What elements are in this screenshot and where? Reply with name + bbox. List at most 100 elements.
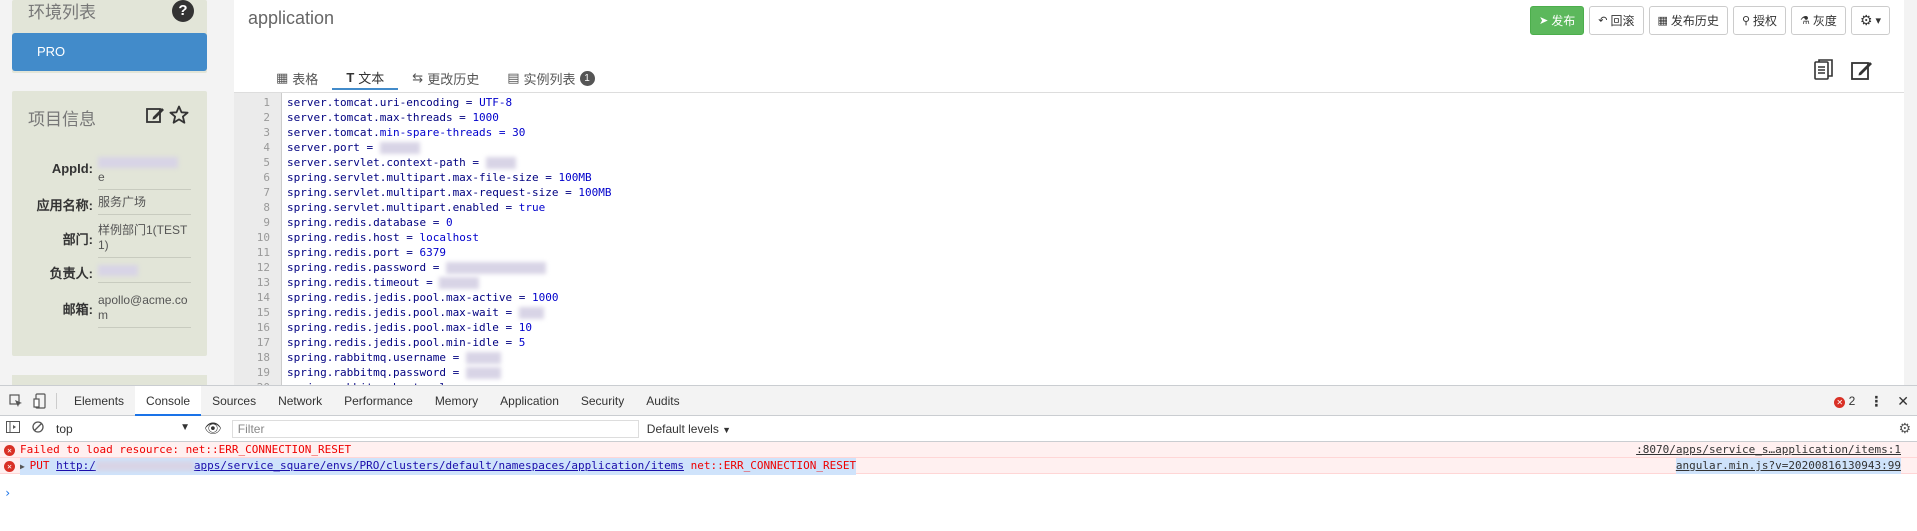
info-label: 应用名称:: [36, 198, 93, 213]
request-url-link[interactable]: http:/apps/service_square/envs/PRO/clust…: [56, 459, 684, 472]
config-key: server.tomcat.uri-encoding =: [287, 96, 480, 109]
devtools-tab-security[interactable]: Security: [570, 386, 635, 416]
config-value: 100MB: [578, 186, 612, 199]
swap-icon: ⇆: [412, 70, 424, 85]
filter-input[interactable]: Filter: [231, 419, 639, 438]
tab-table[interactable]: ▦ 表格: [262, 66, 332, 90]
editor-line[interactable]: 12 spring.redis.password =: [234, 260, 1904, 275]
editor-line[interactable]: 2 server.tomcat.max-threads = 1000: [234, 110, 1904, 125]
env-panel-title: 环境列表: [28, 3, 96, 22]
line-number: 8: [263, 201, 270, 214]
editor-line[interactable]: 8 spring.servlet.multipart.enabled = true: [234, 200, 1904, 215]
editor-line[interactable]: 11 spring.redis.port = 6379: [234, 245, 1904, 260]
star-icon[interactable]: [169, 105, 189, 125]
copy-icon[interactable]: [1812, 58, 1836, 82]
info-value-department: 样例部门1(TEST1): [98, 223, 191, 258]
error-counter[interactable]: ✕ 2: [1834, 394, 1855, 408]
line-number: 9: [263, 216, 270, 229]
help-icon[interactable]: ?: [172, 0, 194, 22]
editor-line[interactable]: 15 spring.redis.jedis.pool.max-wait =: [234, 305, 1904, 320]
info-label: AppId:: [51, 161, 93, 176]
editor-line[interactable]: 17 spring.redis.jedis.pool.min-idle = 5: [234, 335, 1904, 350]
device-toolbar-icon[interactable]: [32, 392, 48, 409]
grant-button[interactable]: ⚲ 授权: [1732, 6, 1787, 35]
env-item-pro[interactable]: PRO: [12, 33, 207, 71]
editor-line[interactable]: 3 server.tomcat.min-spare-threads = 30: [234, 125, 1904, 140]
config-key: spring.redis.timeout =: [287, 276, 440, 289]
line-code: spring.redis.jedis.pool.max-wait =: [287, 305, 544, 320]
line-code: server.servlet.context-path =: [287, 155, 516, 170]
config-value: 10: [518, 321, 533, 334]
edit-icon[interactable]: [1850, 58, 1874, 82]
devtools-tab-application[interactable]: Application: [489, 386, 570, 416]
sidebar-toggle-icon[interactable]: [6, 421, 20, 436]
devtools-tab-audits[interactable]: Audits: [635, 386, 690, 416]
expand-triangle-icon[interactable]: ▶: [20, 462, 30, 471]
gray-release-button[interactable]: ⚗ 灰度: [1791, 6, 1846, 35]
eye-icon[interactable]: 👁: [204, 420, 222, 437]
context-select[interactable]: top ▼: [52, 422, 190, 436]
editor-line[interactable]: 9 spring.redis.database = 0: [234, 215, 1904, 230]
redacted-block: [465, 352, 501, 364]
editor-line[interactable]: 5 server.servlet.context-path =: [234, 155, 1904, 170]
edit-icon[interactable]: [145, 105, 165, 125]
message-source-link[interactable]: :8070/apps/service_s…application/items:1: [1636, 442, 1901, 458]
tab-text[interactable]: T 文本: [332, 66, 399, 90]
editor-line[interactable]: 16 spring.redis.jedis.pool.max-idle = 10: [234, 320, 1904, 335]
editor-line[interactable]: 10 spring.redis.host = localhost: [234, 230, 1904, 245]
gear-icon[interactable]: ⚙: [1898, 420, 1911, 437]
editor-line[interactable]: 13 spring.redis.timeout =: [234, 275, 1904, 290]
config-value: 1000: [472, 111, 499, 124]
clear-console-icon[interactable]: [32, 421, 44, 436]
devtools-tab-network[interactable]: Network: [267, 386, 333, 416]
close-icon[interactable]: ✕: [1897, 393, 1909, 410]
line-number: 6: [263, 171, 270, 184]
line-code: server.port =: [287, 140, 420, 155]
more-options-icon[interactable]: ⋮: [1869, 393, 1883, 410]
log-levels-dropdown[interactable]: Default levels ▼: [647, 422, 731, 436]
text-editor[interactable]: 1 server.tomcat.uri-encoding = UTF-8 2 serv…: [234, 92, 1904, 385]
devtools-tab-sources[interactable]: Sources: [201, 386, 267, 416]
info-label: 负责人:: [49, 266, 93, 281]
config-key: spring.redis.jedis.pool.max-active =: [287, 291, 533, 304]
line-code: spring.servlet.multipart.max-request-siz…: [287, 185, 612, 200]
error-icon: ✕: [4, 445, 15, 456]
editor-line[interactable]: 1 server.tomcat.uri-encoding = UTF-8: [234, 95, 1904, 110]
rollback-button[interactable]: ↶ 回滚: [1589, 6, 1644, 35]
config-key: spring.servlet.multipart.max-request-siz…: [287, 186, 579, 199]
editor-line[interactable]: 19 spring.rabbitmq.password =: [234, 365, 1904, 380]
publish-button[interactable]: ➤ 发布: [1530, 6, 1585, 35]
project-info-panel: 项目信息 AppId: e 应用名称: 服务广场 部门: 样例部门1(TEST1…: [12, 91, 207, 356]
editor-line[interactable]: 14 spring.redis.jedis.pool.max-active = 1…: [234, 290, 1904, 305]
devtools-tab-performance[interactable]: Performance: [333, 386, 424, 416]
redacted-block: [439, 277, 480, 289]
editor-line[interactable]: 6 spring.servlet.multipart.max-file-size …: [234, 170, 1904, 185]
tab-instances[interactable]: ▤ 实例列表 1: [493, 66, 608, 90]
line-code: spring.redis.jedis.pool.max-idle = 10: [287, 320, 532, 335]
devtools-tab-console[interactable]: Console: [135, 385, 202, 416]
line-number: 19: [256, 366, 270, 379]
editor-line[interactable]: 18 spring.rabbitmq.username =: [234, 350, 1904, 365]
line-number: 13: [256, 276, 270, 289]
config-key: spring.redis.port =: [287, 246, 420, 259]
settings-dropdown-button[interactable]: ⚙ ▾: [1850, 6, 1890, 35]
console-toolbar: top ▼ 👁 Filter Default levels ▼ ⚙: [0, 416, 1917, 442]
devtools-panel: Elements Console Sources Network Performance…: [0, 385, 1917, 531]
inspect-element-icon[interactable]: [8, 393, 24, 409]
message-source-link[interactable]: angular.min.js?v=20200816130943:99: [1675, 458, 1901, 474]
editor-line[interactable]: 4 server.port =: [234, 140, 1904, 155]
tab-change-history[interactable]: ⇆ 更改历史: [398, 66, 493, 90]
caret-down-icon: ▼: [722, 424, 732, 435]
devtools-tab-memory[interactable]: Memory: [424, 386, 489, 416]
console-message-error[interactable]: ✕ ▶ PUT http:/apps/service_square/envs/P…: [0, 458, 1917, 475]
console-message-error[interactable]: ✕ Failed to load resource: net::ERR_CONN…: [0, 442, 1917, 458]
release-history-button[interactable]: ▦ 发布历史: [1648, 6, 1728, 35]
view-tabs: ▦ 表格 T 文本 ⇆ 更改历史 ▤ 实例列表 1: [262, 66, 609, 90]
console-prompt[interactable]: ›: [4, 486, 11, 500]
editor-line[interactable]: 7 spring.servlet.multipart.max-request-si…: [234, 185, 1904, 200]
devtools-tab-elements[interactable]: Elements: [63, 386, 135, 416]
info-value-email: apollo@acme.com: [98, 293, 191, 328]
line-number: 17: [256, 336, 270, 349]
sidebar: 环境列表 ? PRO 项目信息 AppId: e 应用名称: 服务广场 部门:: [12, 0, 207, 356]
config-key: server.servlet.context-path =: [287, 156, 486, 169]
